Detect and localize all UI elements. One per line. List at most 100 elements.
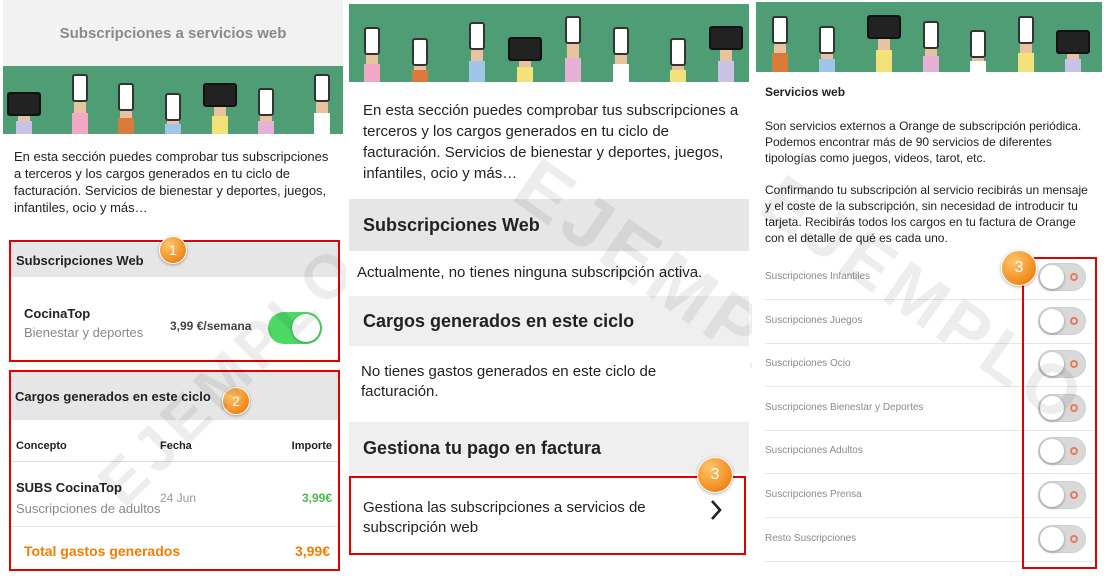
toggle-knob <box>1040 395 1064 420</box>
category-toggle[interactable] <box>1038 263 1086 291</box>
step-badge: 3 <box>697 457 733 493</box>
decorative-sleeve <box>718 60 734 82</box>
toggle-knob <box>292 314 320 342</box>
phone-icon <box>771 15 788 44</box>
phone-icon <box>364 27 380 56</box>
phone-icon <box>819 25 836 54</box>
decorative-sleeve <box>258 120 275 134</box>
total-row: Total gastos generados 3,99€ <box>10 527 338 567</box>
decorative-sleeve <box>771 53 788 72</box>
subscriptions-empty-text: Actualmente, no tienes ninguna subscripc… <box>357 264 703 281</box>
description-paragraph: Confirmando tu subscripción al servicio … <box>765 183 1088 245</box>
category-toggle[interactable] <box>1038 524 1086 553</box>
toggle-off-indicator <box>1070 491 1078 499</box>
tablet-icon <box>7 92 42 117</box>
list-item-label: Suscripciones Juegos <box>765 314 863 326</box>
toggle-knob <box>1040 308 1064 333</box>
phone-icon <box>118 83 135 112</box>
category-toggle[interactable] <box>1038 437 1086 466</box>
step-badge: 1 <box>159 236 187 264</box>
total-label: Total gastos generados <box>24 543 181 559</box>
list-item-label: Suscripciones Ocio <box>765 358 851 370</box>
banner-illustration <box>3 66 343 134</box>
category-toggle[interactable] <box>1038 481 1086 509</box>
list-item: Suscripciones Prensa <box>765 474 1093 518</box>
decorative-sleeve <box>923 55 939 72</box>
tablet-icon <box>202 82 237 107</box>
list-item: Suscripciones Adultos <box>765 430 1093 475</box>
screen-subscriptions-empty: En esta sección puedes comprobar tus sub… <box>347 0 752 578</box>
toggle-off-indicator <box>1070 447 1078 456</box>
manage-subscriptions-link[interactable]: Gestiona las subscripciones a servicios … <box>349 476 745 554</box>
column-header-concept: Concepto <box>16 440 67 452</box>
charges-empty-text: No tienes gastos generados en este ciclo… <box>361 363 657 400</box>
list-item-label: Suscripciones Infantiles <box>765 271 871 282</box>
decorative-sleeve <box>1065 58 1082 72</box>
decorative-sleeve <box>165 123 181 134</box>
decorative-sleeve <box>211 115 228 134</box>
page-title: Subscripciones a servicios web <box>3 0 343 66</box>
toggle-knob <box>1040 439 1064 464</box>
section-title: Subscripciones Web <box>16 252 144 268</box>
phone-icon <box>469 21 485 50</box>
decorative-sleeve <box>16 120 33 134</box>
phone-icon <box>1017 15 1034 44</box>
decorative-sleeve <box>819 58 836 72</box>
category-toggle[interactable] <box>1038 393 1086 422</box>
decorative-sleeve <box>670 70 686 82</box>
column-header-amount: Importe <box>291 440 332 452</box>
decorative-sleeve <box>364 63 380 82</box>
page-title: Servicios web <box>765 85 846 99</box>
row-concept: SUBS CocinaTop <box>16 480 122 495</box>
section-header-charges: Cargos generados en este ciclo <box>349 296 749 346</box>
decorative-sleeve <box>313 113 330 134</box>
category-toggle[interactable] <box>1038 350 1086 379</box>
list-item: Resto Suscripciones <box>765 518 1093 562</box>
column-header-date: Fecha <box>160 440 192 452</box>
list-item: Suscripciones Bienestar y Deportes <box>765 387 1093 431</box>
decorative-sleeve <box>412 70 428 82</box>
toggle-off-indicator <box>1070 273 1078 281</box>
toggle-knob <box>1040 265 1064 289</box>
list-item-label: Suscripciones Prensa <box>765 489 862 500</box>
tablet-icon <box>1056 29 1091 54</box>
phone-icon <box>165 92 181 121</box>
list-item: Suscripciones Infantiles <box>765 256 1093 300</box>
decorative-sleeve <box>517 67 533 82</box>
toggle-knob <box>1040 352 1064 377</box>
phone-icon <box>412 38 428 67</box>
section-header-subscriptions: Subscripciones Web <box>349 199 749 251</box>
banner-illustration <box>756 2 1102 72</box>
total-value: 3,99€ <box>294 543 330 559</box>
banner-illustration <box>349 4 749 82</box>
phone-icon <box>670 38 686 67</box>
subscription-name: CocinaTop <box>24 306 91 321</box>
subscription-toggle[interactable] <box>268 312 322 344</box>
charges-table-header: Concepto Fecha Importe <box>10 420 338 462</box>
section-title: Gestiona tu pago en factura <box>363 437 602 458</box>
decorative-sleeve <box>970 61 987 72</box>
section-header-payment: Gestiona tu pago en factura <box>349 422 749 474</box>
decorative-sleeve <box>1017 53 1034 72</box>
decorative-sleeve <box>118 118 135 134</box>
section-header-charges: Cargos generados en este ciclo <box>10 372 338 420</box>
manage-link-label: Gestiona las subscripciones a servicios … <box>363 499 646 536</box>
category-toggle[interactable] <box>1038 306 1086 335</box>
row-subtitle: Suscripciones de adultos <box>16 501 161 516</box>
subscription-item: CocinaTop Bienestar y deportes 3,99 €/se… <box>10 277 338 361</box>
screen-subscriptions-active: Subscripciones a servicios web En esta s… <box>0 0 346 578</box>
toggle-off-indicator <box>1070 403 1078 412</box>
phone-icon <box>613 27 629 56</box>
intro-text: En esta sección puedes comprobar tus sub… <box>363 102 739 182</box>
row-amount: 3,99€ <box>301 491 332 505</box>
list-item: Suscripciones Juegos <box>765 300 1093 344</box>
section-title: Cargos generados en este ciclo <box>15 388 211 404</box>
list-item-label: Suscripciones Bienestar y Deportes <box>765 401 924 413</box>
tablet-icon <box>508 36 542 61</box>
toggle-off-indicator <box>1070 360 1078 369</box>
decorative-sleeve <box>469 60 485 82</box>
chevron-right-icon <box>711 500 722 520</box>
decorative-sleeve <box>71 113 88 134</box>
tablet-icon <box>709 25 743 50</box>
toggle-off-indicator <box>1070 316 1078 325</box>
